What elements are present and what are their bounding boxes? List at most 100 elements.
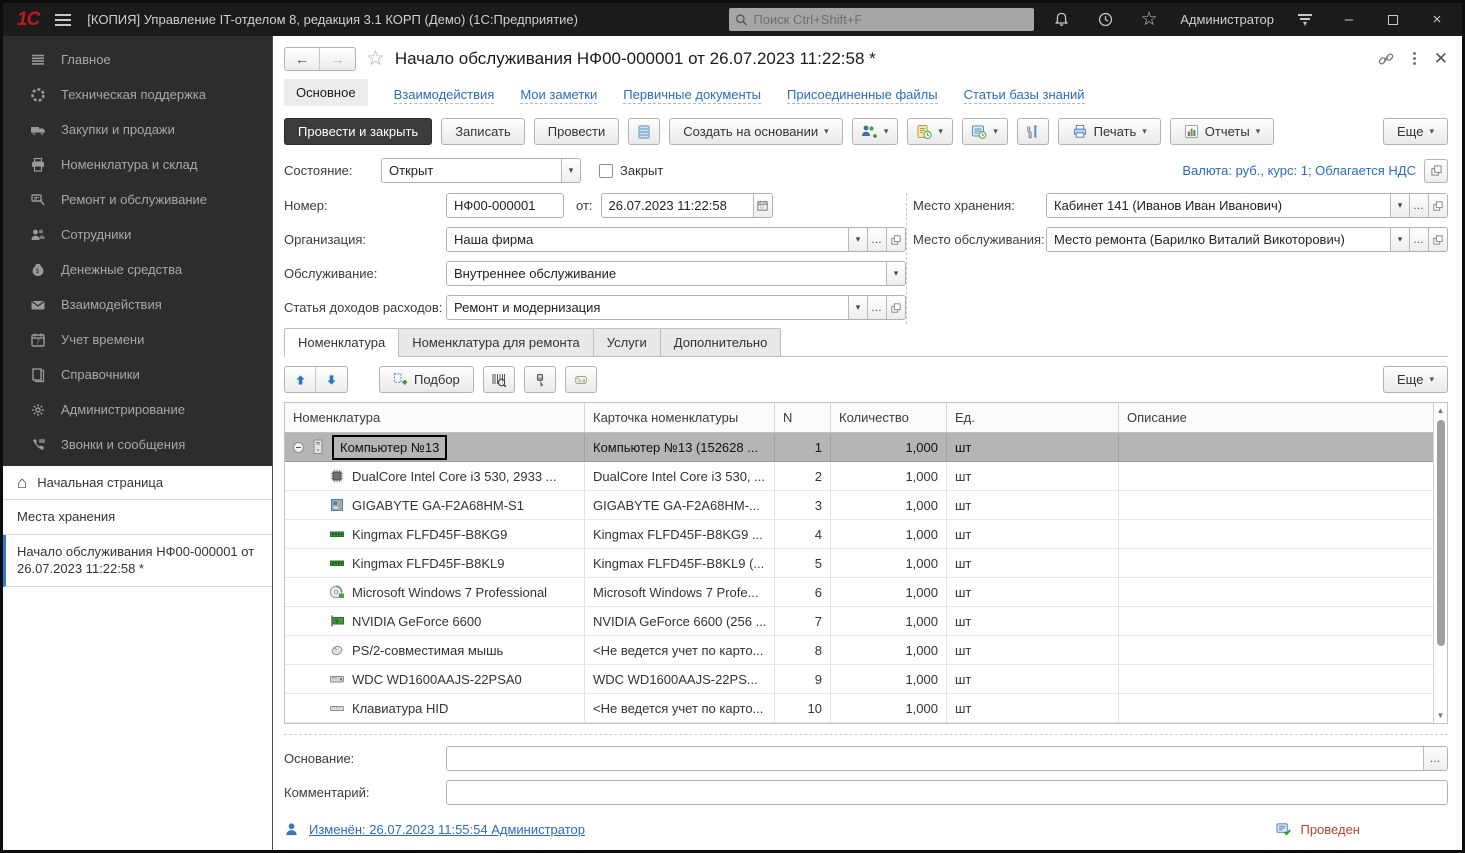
organization-input[interactable] [447, 228, 848, 251]
basis-choose-button[interactable]: … [1423, 747, 1447, 770]
currency-open-button[interactable] [1424, 158, 1448, 183]
expense-item-input[interactable] [447, 296, 848, 319]
doc-nav-tab[interactable]: Мои заметки [520, 82, 598, 104]
state-dropdown-icon[interactable]: ▾ [561, 159, 580, 182]
comment-input[interactable] [446, 780, 1448, 805]
table-row[interactable]: PS/2-совместимая мышь <Не ведется учет по… [285, 636, 1447, 665]
column-header[interactable]: N [775, 403, 831, 433]
table-scrollbar[interactable]: ▲ ▼ [1433, 403, 1447, 723]
service-place-field[interactable]: ▾ … [1046, 227, 1448, 252]
service-tools-button[interactable] [1016, 118, 1049, 145]
close-document-button[interactable]: ✕ [1434, 49, 1448, 69]
basis-input[interactable] [447, 747, 1423, 770]
table-row[interactable]: Microsoft Windows 7 Professional Microsof… [285, 578, 1447, 607]
column-header[interactable]: Карточка номенклатуры [585, 403, 775, 433]
forward-button[interactable]: → [320, 48, 355, 70]
more-button[interactable]: Еще ▾ [1383, 118, 1448, 145]
table-row[interactable]: GIGABYTE GA-F2A68HM-S1 GIGABYTE GA-F2A68H… [285, 491, 1447, 520]
back-button[interactable]: ← [285, 47, 320, 70]
column-header[interactable]: Количество [831, 403, 947, 433]
get-link-icon[interactable] [1377, 50, 1395, 68]
search-input[interactable] [753, 12, 1029, 27]
table-row[interactable]: DualCore Intel Core i3 530, 2933 ... Dual… [285, 462, 1447, 491]
date-input[interactable] [601, 194, 753, 217]
close-window-button[interactable]: × [1420, 8, 1454, 32]
table-row[interactable]: Kingmax FLFD45F-B8KG9 Kingmax FLFD45F-B8K… [285, 520, 1447, 549]
scroll-down-icon[interactable]: ▼ [1437, 708, 1445, 723]
organization-field[interactable]: ▾ … [446, 227, 906, 252]
organization-dropdown-icon[interactable]: ▾ [848, 228, 867, 251]
main-menu-icon[interactable] [55, 13, 72, 26]
doc-nav-tab[interactable]: Присоединенные файлы [787, 82, 938, 104]
date-field[interactable] [600, 193, 773, 218]
print-button[interactable]: Печать ▾ [1057, 118, 1161, 145]
table-tab[interactable]: Номенклатура [284, 328, 400, 357]
sidebar-item-home[interactable]: ⌂ Начальная страница [3, 466, 272, 500]
post-and-close-button[interactable]: Провести и закрыть [284, 118, 433, 145]
add-favorite-star-icon[interactable]: ☆ [366, 46, 385, 71]
document-register-button[interactable] [628, 118, 661, 145]
deadline-button[interactable]: ▾ [906, 118, 953, 145]
sidebar-item[interactable]: Звонки и сообщения [3, 427, 272, 462]
open-window-item[interactable]: Начало обслуживания НФ00-000001 от 26.07… [3, 534, 272, 587]
save-button[interactable]: Записать [441, 118, 525, 145]
service-type-dropdown-icon[interactable]: ▾ [886, 262, 905, 285]
doc-nav-tab[interactable]: Взаимодействия [393, 82, 495, 104]
sidebar-item[interactable]: Закупки и продажи [3, 112, 272, 147]
scrollbar-thumb[interactable] [1436, 420, 1445, 647]
storage-place-field[interactable]: ▾ … [1046, 193, 1448, 218]
sidebar-item[interactable]: Главное [3, 42, 272, 77]
table-tab[interactable]: Дополнительно [659, 328, 782, 356]
calendar-button[interactable] [752, 194, 772, 217]
modified-link[interactable]: Изменён: 26.07.2023 11:55:54 Администрат… [309, 822, 585, 837]
sidebar-item[interactable]: Техническая поддержка [3, 77, 272, 112]
state-value[interactable] [382, 159, 561, 182]
service-menu-icon[interactable]: ▾ [1288, 8, 1322, 32]
storage-choose-button[interactable]: … [1409, 194, 1428, 217]
closed-checkbox[interactable] [599, 163, 613, 178]
column-header[interactable]: Номенклатура [285, 403, 585, 433]
minimize-button[interactable]: – [1332, 8, 1366, 32]
expense-dropdown-icon[interactable]: ▾ [848, 296, 867, 319]
storage-dropdown-icon[interactable]: ▾ [1390, 194, 1409, 217]
table-row[interactable]: Kingmax FLFD45F-B8KL9 Kingmax FLFD45F-B8K… [285, 549, 1447, 578]
sidebar-item[interactable]: Сотрудники [3, 217, 272, 252]
doc-nav-tab[interactable]: Статьи базы знаний [963, 82, 1085, 104]
reports-button[interactable]: Отчеты ▾ [1169, 118, 1275, 145]
sidebar-item[interactable]: Справочники [3, 357, 272, 392]
barcode-scan-button[interactable] [482, 366, 515, 393]
assign-responsible-button[interactable]: ▾ [851, 118, 898, 145]
service-place-open-button[interactable] [1428, 228, 1447, 251]
sidebar-item[interactable]: Ремонт и обслуживание [3, 182, 272, 217]
doc-nav-tab[interactable]: Основное [284, 79, 368, 106]
table-row[interactable]: Компьютер №13 Компьютер №13 (152628 ... 1 1… [285, 433, 1447, 462]
service-type-field[interactable]: ▾ [446, 261, 906, 286]
checklist-schedule-button[interactable]: ▾ [961, 118, 1008, 145]
number-input[interactable] [446, 193, 564, 218]
storage-place-input[interactable] [1047, 194, 1390, 217]
maximize-button[interactable] [1376, 8, 1410, 32]
table-more-button[interactable]: Еще ▾ [1383, 366, 1448, 393]
service-place-choose-button[interactable]: … [1409, 228, 1428, 251]
create-based-on-button[interactable]: Создать на основании ▾ [669, 118, 843, 145]
post-button[interactable]: Провести [533, 118, 620, 145]
sidebar-item[interactable]: Взаимодействия [3, 287, 272, 322]
move-up-button[interactable] [285, 367, 316, 392]
notifications-bell-icon[interactable] [1044, 8, 1078, 32]
serial-numbers-button[interactable]: 0-9 [564, 366, 597, 393]
scroll-up-icon[interactable]: ▲ [1437, 403, 1445, 418]
service-place-input[interactable] [1047, 228, 1390, 251]
doc-nav-tab[interactable]: Первичные документы [623, 82, 762, 104]
expense-choose-button[interactable]: … [867, 296, 886, 319]
global-search[interactable] [729, 8, 1035, 31]
organization-choose-button[interactable]: … [867, 228, 886, 251]
service-type-input[interactable] [447, 262, 886, 285]
table-tab[interactable]: Номенклатура для ремонта [398, 328, 594, 356]
sidebar-item[interactable]: Администрирование [3, 392, 272, 427]
expense-open-button[interactable] [886, 296, 905, 319]
table-row[interactable]: Клавиатура HID <Не ведется учет по карто.… [285, 694, 1447, 723]
table-tab[interactable]: Услуги [592, 328, 661, 356]
collapse-icon[interactable] [293, 441, 304, 453]
pick-items-button[interactable]: Подбор [379, 366, 474, 393]
column-header[interactable]: Описание [1119, 403, 1447, 433]
